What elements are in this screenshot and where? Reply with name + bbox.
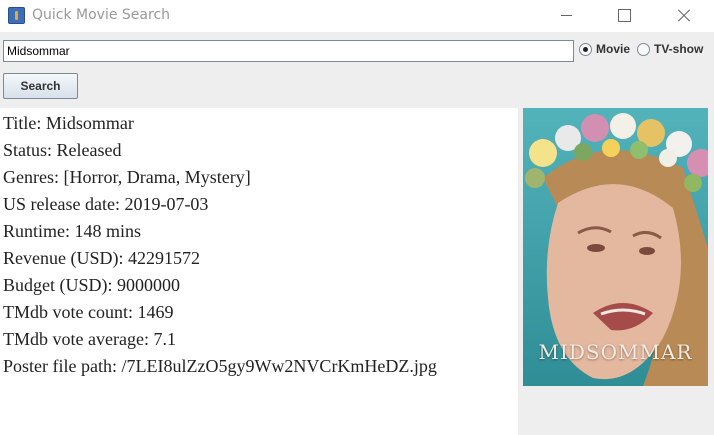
title-bar: Quick Movie Search bbox=[0, 0, 714, 32]
maximize-icon[interactable] bbox=[601, 0, 647, 32]
detail-title: Title: Midsommar bbox=[3, 113, 134, 133]
movie-radio[interactable]: Movie bbox=[579, 42, 630, 56]
detail-release-date: US release date: 2019-07-03 bbox=[3, 194, 209, 214]
search-input[interactable] bbox=[3, 40, 574, 62]
detail-genres: Genres: [Horror, Drama, Mystery] bbox=[3, 167, 251, 187]
detail-runtime: Runtime: 148 mins bbox=[3, 221, 142, 241]
detail-revenue: Revenue (USD): 42291572 bbox=[3, 248, 200, 268]
detail-vote-count: TMdb vote count: 1469 bbox=[3, 302, 174, 322]
movie-poster: MIDSOMMAR bbox=[523, 108, 708, 386]
tv-show-radio[interactable]: TV-show bbox=[637, 42, 703, 56]
window-title: Quick Movie Search bbox=[32, 7, 171, 23]
details-panel: Title: Midsommar Status: Released Genres… bbox=[0, 108, 518, 435]
detail-budget: Budget (USD): 9000000 bbox=[3, 275, 180, 295]
java-app-icon bbox=[8, 7, 25, 24]
movie-radio-circle[interactable] bbox=[579, 42, 592, 56]
tv-show-radio-circle[interactable] bbox=[637, 42, 650, 56]
search-button[interactable]: Search bbox=[3, 73, 78, 99]
detail-poster-path: Poster file path: /7LEI8ulZzO5gy9Ww2NVCr… bbox=[3, 356, 437, 376]
detail-status: Status: Released bbox=[3, 140, 122, 160]
close-icon[interactable] bbox=[660, 0, 706, 32]
movie-radio-label: Movie bbox=[596, 42, 631, 56]
tv-show-radio-label: TV-show bbox=[654, 42, 704, 56]
minimize-icon[interactable] bbox=[543, 0, 589, 32]
detail-vote-average: TMdb vote average: 7.1 bbox=[3, 329, 176, 349]
poster-title-text: MIDSOMMAR bbox=[538, 340, 693, 364]
